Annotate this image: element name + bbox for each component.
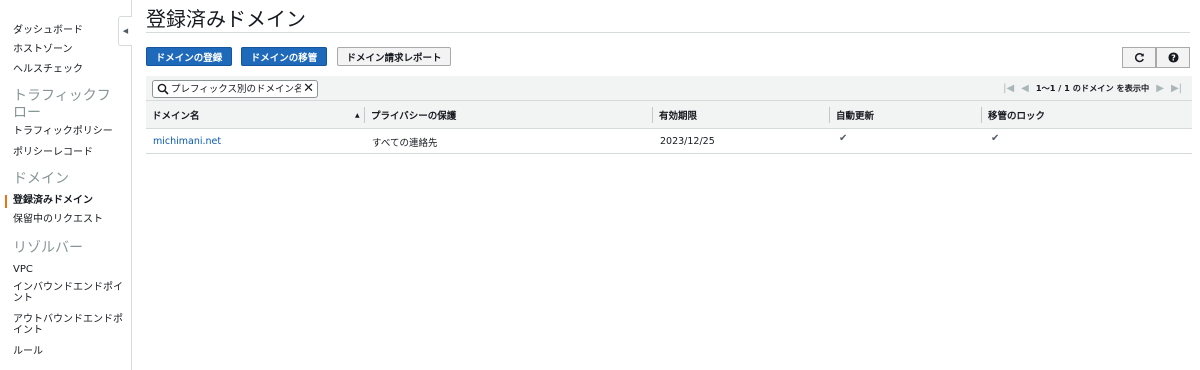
column-header-transfer-lock[interactable]: 移管のロック [982,101,1192,129]
sidebar-item-vpc[interactable]: VPC [13,264,33,276]
title-divider [146,32,1190,33]
sidebar-section-traffic-flow: トラフィックフロー [13,88,111,121]
help-button[interactable]: ? [1156,47,1190,68]
sidebar-item-dashboard[interactable]: ダッシュボード [13,25,83,37]
table-toolbar: ✕ |◀ ◀ 1〜1 / 1 のドメイン を表示中 ▶ ▶| [146,76,1192,101]
refresh-button[interactable] [1122,47,1156,68]
transfer-domain-button[interactable]: ドメインの移管 [241,47,327,66]
prev-page-icon[interactable]: ◀ [1021,83,1029,94]
sidebar-item-hosted-zones[interactable]: ホストゾーン [13,44,73,56]
sidebar-item-traffic-policies[interactable]: トラフィックポリシー [13,126,113,138]
sidebar-item-inbound-endpoints[interactable]: インバウンドエンドポイント [13,282,125,304]
billing-report-button[interactable]: ドメイン請求レポート [337,47,451,66]
caret-left-icon: ◀ [122,27,129,35]
sidebar-section-resolver: リゾルバー [13,240,83,256]
svg-text:?: ? [1171,53,1176,62]
help-icon: ? [1167,52,1179,63]
privacy-cell: すべての連絡先 [372,137,438,149]
refresh-icon [1134,53,1144,63]
page-title: 登録済みドメイン [146,7,306,31]
transfer-lock-check-icon: ✔ [991,133,1000,144]
table-row[interactable]: michimani.net すべての連絡先 2023/12/25 ✔ ✔ [146,129,1192,154]
table-header: ドメイン名 ▲ プライバシーの保護 有効期限 自動更新 移管のロック [146,101,1192,129]
last-page-icon[interactable]: ▶| [1171,83,1182,94]
sidebar: ダッシュボード ホストゾーン ヘルスチェック トラフィックフロー トラフィックポ… [0,0,132,370]
column-header-domain-name[interactable]: ドメイン名 [146,101,364,129]
pagination-text: 1〜1 / 1 のドメイン を表示中 [1035,83,1150,93]
next-page-icon[interactable]: ▶ [1156,83,1164,94]
sort-ascending-icon[interactable]: ▲ [355,112,360,119]
clear-icon[interactable]: ✕ [303,81,314,97]
column-header-expiration[interactable]: 有効期限 [653,101,829,129]
sidebar-item-registered-domains[interactable]: 登録済みドメイン [13,195,93,207]
register-domain-button[interactable]: ドメインの登録 [146,47,232,66]
active-indicator [5,195,7,208]
first-page-icon[interactable]: |◀ [1003,83,1014,94]
sidebar-section-domains: ドメイン [13,171,69,187]
column-header-auto-renew[interactable]: 自動更新 [830,101,981,129]
expiration-cell: 2023/12/25 [660,136,715,147]
sidebar-item-pending-requests[interactable]: 保留中のリクエスト [13,214,103,226]
pagination: |◀ ◀ 1〜1 / 1 のドメイン を表示中 ▶ ▶| [1003,81,1182,95]
column-header-privacy[interactable]: プライバシーの保護 [365,101,652,129]
search-icon [157,83,169,95]
sidebar-item-rules[interactable]: ルール [13,346,43,358]
sidebar-item-outbound-endpoints[interactable]: アウトバウンドエンドポイント [13,314,125,336]
domains-table: ✕ |◀ ◀ 1〜1 / 1 のドメイン を表示中 ▶ ▶| ドメイン名 ▲ プ… [146,76,1192,154]
sidebar-collapse-button[interactable]: ◀ [118,16,132,46]
search-input[interactable] [171,82,301,96]
sidebar-item-policy-records[interactable]: ポリシーレコード [13,147,93,159]
search-box: ✕ [152,80,318,98]
auto-renew-check-icon: ✔ [839,133,848,144]
domain-name-link[interactable]: michimani.net [146,129,221,154]
sidebar-item-health-checks[interactable]: ヘルスチェック [13,64,83,76]
